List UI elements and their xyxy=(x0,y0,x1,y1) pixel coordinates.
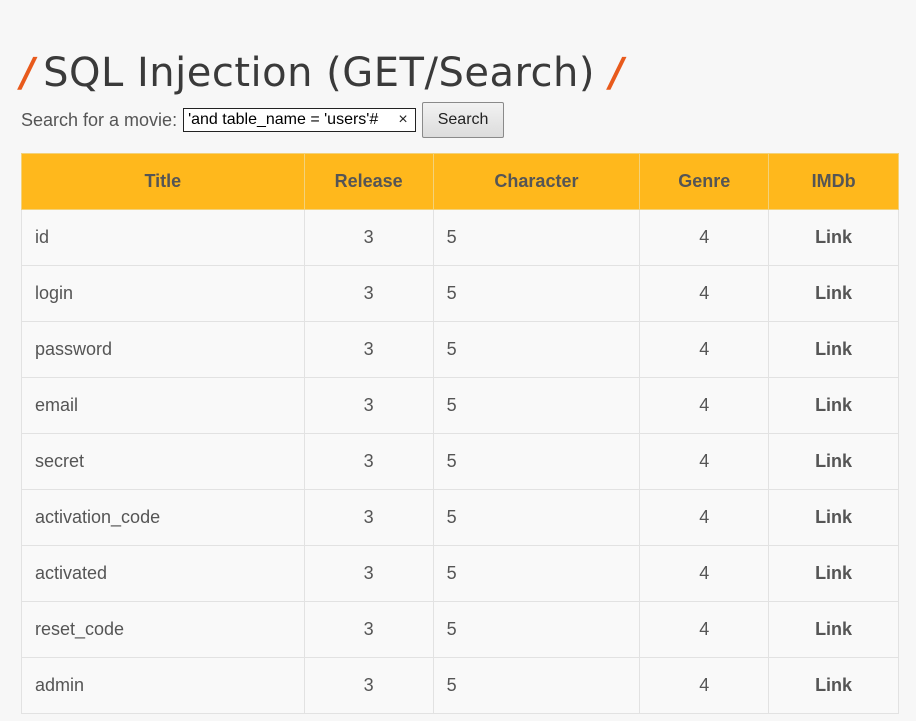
cell-title: reset_code xyxy=(21,601,305,658)
imdb-link[interactable]: Link xyxy=(815,675,852,695)
imdb-link[interactable]: Link xyxy=(815,507,852,527)
cell-release: 3 xyxy=(303,601,434,658)
page: / SQL Injection (GET/Search) / Search fo… xyxy=(0,0,916,721)
cell-genre: 4 xyxy=(639,545,770,602)
cell-character: 5 xyxy=(432,209,641,266)
cell-imdb: Link xyxy=(768,265,899,322)
imdb-link[interactable]: Link xyxy=(815,395,852,415)
header-imdb: IMDb xyxy=(768,153,899,210)
cell-release: 3 xyxy=(303,489,434,546)
cell-release: 3 xyxy=(303,657,434,714)
page-title: / SQL Injection (GET/Search) / xyxy=(16,43,628,103)
cell-title: activation_code xyxy=(21,489,305,546)
table-row: secret 3 5 4 Link xyxy=(21,433,899,490)
search-form: Search for a movie: × Search xyxy=(21,102,505,138)
table-row: id 3 5 4 Link xyxy=(21,209,899,266)
cell-genre: 4 xyxy=(639,377,770,434)
imdb-link[interactable]: Link xyxy=(815,227,852,247)
cell-character: 5 xyxy=(432,489,641,546)
cell-imdb: Link xyxy=(768,545,899,602)
table-row: password 3 5 4 Link xyxy=(21,321,899,378)
slash-decoration-left: / xyxy=(15,49,40,96)
cell-character: 5 xyxy=(432,321,641,378)
search-box: × xyxy=(183,108,417,132)
cell-title: id xyxy=(21,209,305,266)
cell-imdb: Link xyxy=(768,321,899,378)
clear-icon[interactable]: × xyxy=(393,109,413,131)
search-input[interactable] xyxy=(184,109,394,131)
header-title: Title xyxy=(21,153,305,210)
cell-title: password xyxy=(21,321,305,378)
cell-title: activated xyxy=(21,545,305,602)
cell-release: 3 xyxy=(303,545,434,602)
cell-title: admin xyxy=(21,657,305,714)
table-row: activated 3 5 4 Link xyxy=(21,545,899,602)
table-row: reset_code 3 5 4 Link xyxy=(21,601,899,658)
cell-genre: 4 xyxy=(639,601,770,658)
cell-imdb: Link xyxy=(768,489,899,546)
table-row: email 3 5 4 Link xyxy=(21,377,899,434)
cell-title: secret xyxy=(21,433,305,490)
cell-title: login xyxy=(21,265,305,322)
search-button[interactable]: Search xyxy=(422,102,505,138)
cell-genre: 4 xyxy=(639,489,770,546)
table-row: activation_code 3 5 4 Link xyxy=(21,489,899,546)
cell-title: email xyxy=(21,377,305,434)
cell-imdb: Link xyxy=(768,601,899,658)
cell-genre: 4 xyxy=(639,209,770,266)
imdb-link[interactable]: Link xyxy=(815,339,852,359)
cell-genre: 4 xyxy=(639,321,770,378)
imdb-link[interactable]: Link xyxy=(815,619,852,639)
cell-genre: 4 xyxy=(639,265,770,322)
results-table: Title Release Character Genre IMDb id 3 … xyxy=(21,153,899,714)
cell-release: 3 xyxy=(303,209,434,266)
cell-character: 5 xyxy=(432,377,641,434)
header-release: Release xyxy=(303,153,434,210)
cell-imdb: Link xyxy=(768,657,899,714)
cell-character: 5 xyxy=(432,545,641,602)
cell-character: 5 xyxy=(432,433,641,490)
table-header-row: Title Release Character Genre IMDb xyxy=(21,153,899,210)
cell-genre: 4 xyxy=(639,657,770,714)
cell-character: 5 xyxy=(432,657,641,714)
page-title-text: SQL Injection (GET/Search) xyxy=(43,49,595,96)
header-genre: Genre xyxy=(639,153,770,210)
cell-release: 3 xyxy=(303,433,434,490)
imdb-link[interactable]: Link xyxy=(815,563,852,583)
table-row: login 3 5 4 Link xyxy=(21,265,899,322)
header-character: Character xyxy=(432,153,641,210)
cell-character: 5 xyxy=(432,601,641,658)
cell-genre: 4 xyxy=(639,433,770,490)
cell-imdb: Link xyxy=(768,209,899,266)
cell-imdb: Link xyxy=(768,377,899,434)
imdb-link[interactable]: Link xyxy=(815,451,852,471)
imdb-link[interactable]: Link xyxy=(815,283,852,303)
cell-character: 5 xyxy=(432,265,641,322)
cell-release: 3 xyxy=(303,321,434,378)
cell-imdb: Link xyxy=(768,433,899,490)
cell-release: 3 xyxy=(303,265,434,322)
cell-release: 3 xyxy=(303,377,434,434)
table-row: admin 3 5 4 Link xyxy=(21,657,899,714)
slash-decoration-right: / xyxy=(604,49,629,96)
search-label: Search for a movie: xyxy=(21,109,178,130)
